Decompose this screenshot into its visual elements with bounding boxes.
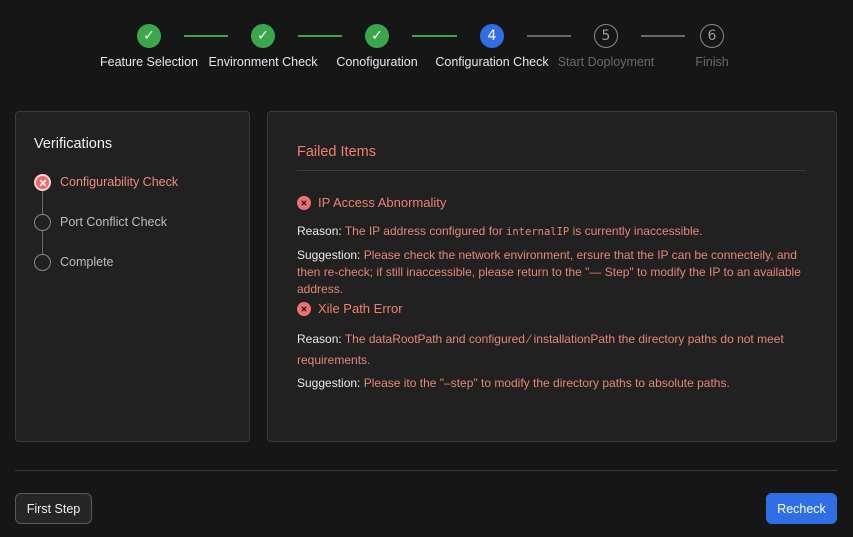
verification-label: Complete — [60, 255, 114, 269]
reason-code: internalIP — [506, 226, 570, 238]
error-icon — [297, 195, 311, 210]
failed-item-reason: Reason: The IP address configured for in… — [297, 223, 816, 241]
divider — [297, 170, 806, 171]
step-label: Environment Check — [208, 55, 318, 69]
failed-item-reason: Reason: The dataRootPath and configured … — [297, 329, 816, 371]
failed-item-title: Xile Path Error — [318, 301, 403, 316]
step-check-icon: ✓ — [365, 24, 389, 48]
step-feature-selection: ✓ Feature Selection — [84, 24, 214, 69]
timeline-line — [42, 191, 43, 214]
failed-item-suggestion: Suggestion: Please check the network env… — [297, 247, 816, 298]
recheck-button[interactable]: Recheck — [766, 493, 837, 524]
timeline-line — [42, 231, 43, 254]
suggestion-text: Please check the network environment, er… — [297, 248, 801, 296]
failed-item-header: IP Access Abnormality — [297, 195, 816, 210]
verification-item-complete: Complete — [34, 254, 178, 294]
step-label: Finish — [695, 55, 729, 69]
verifications-title: Verifications — [34, 136, 113, 152]
reason-text: is currently inaccessible. — [569, 224, 703, 238]
pending-circle-icon — [34, 214, 51, 231]
reason-label: Reason: — [297, 332, 342, 346]
failed-item-path: Xile Path Error Reason: The dataRootPath… — [297, 301, 816, 392]
verification-label: Configurability Check — [60, 175, 179, 189]
error-icon — [297, 301, 311, 316]
step-number: 5 — [594, 24, 618, 48]
first-step-button[interactable]: First Step — [15, 493, 92, 524]
reason-text: The dataRootPath and configured ⁄ instal… — [297, 332, 784, 367]
verification-item-port-conflict: Port Conflict Check — [34, 214, 178, 254]
failed-item-suggestion: Suggestion: Please ito the "–step" to mo… — [297, 375, 816, 392]
pending-circle-icon — [34, 254, 51, 271]
suggestion-text: Please ito the "–step" to modify the dir… — [363, 376, 730, 390]
suggestion-label: Suggestion: — [297, 248, 361, 262]
footer-divider — [15, 470, 837, 471]
reason-text: The IP address configured for — [344, 224, 507, 238]
progress-stepper: ✓ Feature Selection ✓ Environment Check … — [0, 0, 853, 90]
failed-item-header: Xile Path Error — [297, 301, 816, 316]
step-check-icon: ✓ — [251, 24, 275, 48]
failed-item-title: IP Access Abnormality — [318, 195, 447, 210]
verification-label: Port Conflict Check — [60, 215, 167, 229]
step-configuration: ✓ Conofiguration — [312, 24, 442, 69]
error-icon — [34, 174, 51, 191]
suggestion-label: Suggestion: — [297, 376, 361, 390]
failed-items-title: Failed Items — [297, 144, 376, 160]
reason-label: Reason: — [297, 224, 342, 238]
step-environment-check: ✓ Environment Check — [198, 24, 328, 69]
step-configuration-check: 4 Configuration Check — [427, 24, 557, 69]
step-check-icon: ✓ — [137, 24, 161, 48]
step-label: Feature Selection — [100, 55, 198, 69]
verification-list: Configurability Check Port Conflict Chec… — [34, 174, 178, 294]
step-label: Conofiguration — [336, 55, 418, 69]
verifications-panel: Verifications Configurability Check Port… — [15, 111, 250, 442]
step-finish: 6 Finish — [647, 24, 777, 69]
failed-item-ip: IP Access Abnormality Reason: The IP add… — [297, 195, 816, 298]
verification-item-configurability: Configurability Check — [34, 174, 178, 214]
step-number: 4 — [480, 24, 504, 48]
failed-items-panel: Failed Items IP Access Abnormality Reaso… — [267, 111, 837, 442]
step-number: 6 — [700, 24, 724, 48]
step-label: Configuration Check — [435, 55, 549, 69]
